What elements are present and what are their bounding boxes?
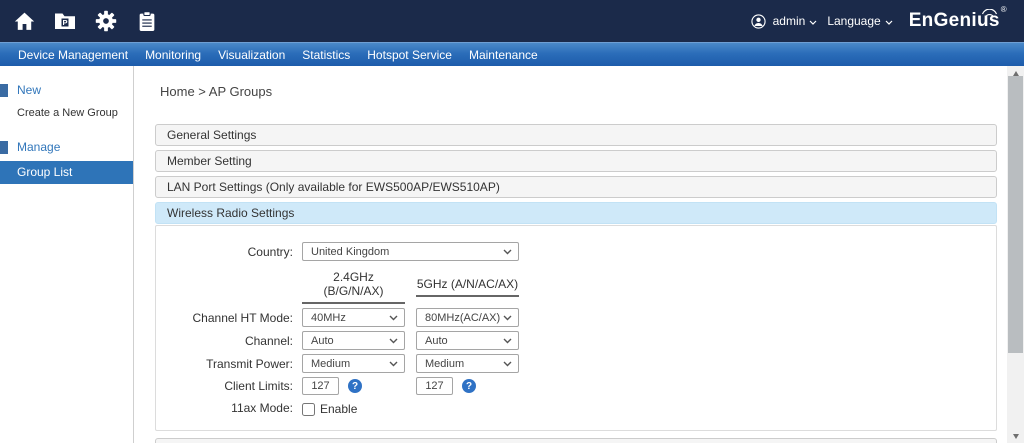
wireless-radio-settings-body: Country: United Kingdom 2.4GHz (B/G/N/AX… bbox=[155, 225, 997, 431]
vertical-scrollbar[interactable] bbox=[1007, 66, 1024, 443]
band-24ghz-header: 2.4GHz (B/G/N/AX) bbox=[302, 267, 405, 304]
transmit-power-24-select[interactable]: Medium bbox=[302, 354, 405, 373]
sidebar: New Create a New Group Manage Group List bbox=[0, 66, 134, 443]
transmit-power-24-value: Medium bbox=[311, 358, 350, 370]
nav-device-management[interactable]: Device Management bbox=[18, 48, 128, 62]
channel-ht-mode-24-select[interactable]: 40MHz bbox=[302, 308, 405, 327]
channel-ht-mode-5-value: 80MHz(AC/AX) bbox=[425, 312, 500, 324]
scrollbar-thumb[interactable] bbox=[1008, 76, 1023, 353]
language-chevron-down-icon[interactable] bbox=[885, 12, 893, 30]
brand-registered-mark: ® bbox=[1001, 5, 1007, 14]
chevron-down-icon bbox=[503, 338, 512, 344]
panel-wireless-radio-settings[interactable]: Wireless Radio Settings bbox=[155, 202, 997, 224]
transmit-power-label: Transmit Power: bbox=[156, 357, 302, 371]
main-content: Home > AP Groups General Settings Member… bbox=[134, 66, 1024, 443]
topbar: P bbox=[0, 0, 1024, 42]
client-limits-24-input[interactable] bbox=[302, 377, 339, 395]
sidebar-section-manage: Manage bbox=[0, 140, 133, 154]
channel-ht-mode-label: Channel HT Mode: bbox=[156, 311, 302, 325]
ax-mode-enable-checkbox[interactable] bbox=[302, 403, 315, 416]
clipboard-icon[interactable] bbox=[135, 9, 159, 33]
sidebar-item-create-new-group[interactable]: Create a New Group bbox=[0, 106, 133, 120]
engenius-logo: EnGenius® bbox=[909, 8, 1014, 34]
panel-member-setting[interactable]: Member Setting bbox=[155, 150, 997, 172]
country-select[interactable]: United Kingdom bbox=[302, 242, 519, 261]
nav-maintenance[interactable]: Maintenance bbox=[469, 48, 538, 62]
nav-visualization[interactable]: Visualization bbox=[218, 48, 285, 62]
chevron-down-icon bbox=[503, 249, 512, 255]
help-icon[interactable]: ? bbox=[462, 379, 476, 393]
chevron-down-icon bbox=[503, 361, 512, 367]
settings-accordion: General Settings Member Setting LAN Port… bbox=[155, 124, 997, 443]
ax-mode-enable-label: Enable bbox=[320, 402, 357, 416]
chevron-down-icon bbox=[389, 315, 398, 321]
section-marker-icon bbox=[0, 141, 8, 154]
country-label: Country: bbox=[156, 245, 302, 259]
panel-lan-port-settings[interactable]: LAN Port Settings (Only available for EW… bbox=[155, 176, 997, 198]
chevron-down-icon bbox=[389, 361, 398, 367]
user-chevron-down-icon[interactable] bbox=[809, 12, 817, 30]
channel-ht-mode-5-select[interactable]: 80MHz(AC/AX) bbox=[416, 308, 519, 327]
sidebar-title-new[interactable]: New bbox=[17, 83, 41, 97]
client-limits-5-cell: ? bbox=[416, 377, 519, 395]
chevron-down-icon bbox=[503, 315, 512, 321]
main-navbar: Device Management Monitoring Visualizati… bbox=[0, 42, 1024, 66]
channel-ht-mode-24-value: 40MHz bbox=[311, 312, 346, 324]
wifi-arcs-icon bbox=[981, 3, 998, 25]
panel-wlan-settings[interactable]: WLAN Settings bbox=[155, 438, 997, 443]
scroll-down-button[interactable] bbox=[1007, 429, 1024, 443]
topbar-icon-group: P bbox=[12, 9, 159, 33]
panel-general-settings[interactable]: General Settings bbox=[155, 124, 997, 146]
breadcrumb: Home > AP Groups bbox=[160, 84, 997, 99]
user-icon bbox=[751, 13, 767, 29]
nav-hotspot-service[interactable]: Hotspot Service bbox=[367, 48, 452, 62]
topbar-user-area: admin Language EnGenius® bbox=[751, 8, 1014, 34]
sidebar-section-new: New bbox=[0, 83, 133, 97]
nav-monitoring[interactable]: Monitoring bbox=[145, 48, 201, 62]
wireless-radio-form: Country: United Kingdom 2.4GHz (B/G/N/AX… bbox=[156, 242, 996, 416]
triangle-up-icon bbox=[1013, 71, 1019, 76]
client-limits-label: Client Limits: bbox=[156, 379, 302, 393]
country-select-value: United Kingdom bbox=[311, 246, 389, 258]
channel-5-select[interactable]: Auto bbox=[416, 331, 519, 350]
user-menu[interactable]: admin bbox=[773, 14, 806, 28]
project-folder-icon[interactable]: P bbox=[53, 9, 77, 33]
client-limits-24-cell: ? bbox=[302, 377, 405, 395]
gear-icon[interactable] bbox=[94, 9, 118, 33]
transmit-power-5-value: Medium bbox=[425, 358, 464, 370]
channel-24-value: Auto bbox=[311, 335, 334, 347]
channel-label: Channel: bbox=[156, 334, 302, 348]
home-icon[interactable] bbox=[12, 9, 36, 33]
page-layout: New Create a New Group Manage Group List… bbox=[0, 66, 1024, 443]
sidebar-item-group-list[interactable]: Group List bbox=[0, 161, 133, 184]
channel-5-value: Auto bbox=[425, 335, 448, 347]
language-menu[interactable]: Language bbox=[827, 14, 880, 28]
help-icon[interactable]: ? bbox=[348, 379, 362, 393]
sidebar-title-manage[interactable]: Manage bbox=[17, 140, 60, 154]
triangle-down-icon bbox=[1013, 434, 1019, 439]
client-limits-5-input[interactable] bbox=[416, 377, 453, 395]
ax-mode-label: 11ax Mode: bbox=[156, 401, 302, 415]
transmit-power-5-select[interactable]: Medium bbox=[416, 354, 519, 373]
svg-text:P: P bbox=[62, 18, 67, 27]
channel-24-select[interactable]: Auto bbox=[302, 331, 405, 350]
chevron-down-icon bbox=[389, 338, 398, 344]
ax-mode-cell: Enable bbox=[302, 402, 519, 416]
nav-statistics[interactable]: Statistics bbox=[302, 48, 350, 62]
band-5ghz-header: 5GHz (A/N/AC/AX) bbox=[416, 274, 519, 297]
section-marker-icon bbox=[0, 84, 8, 97]
